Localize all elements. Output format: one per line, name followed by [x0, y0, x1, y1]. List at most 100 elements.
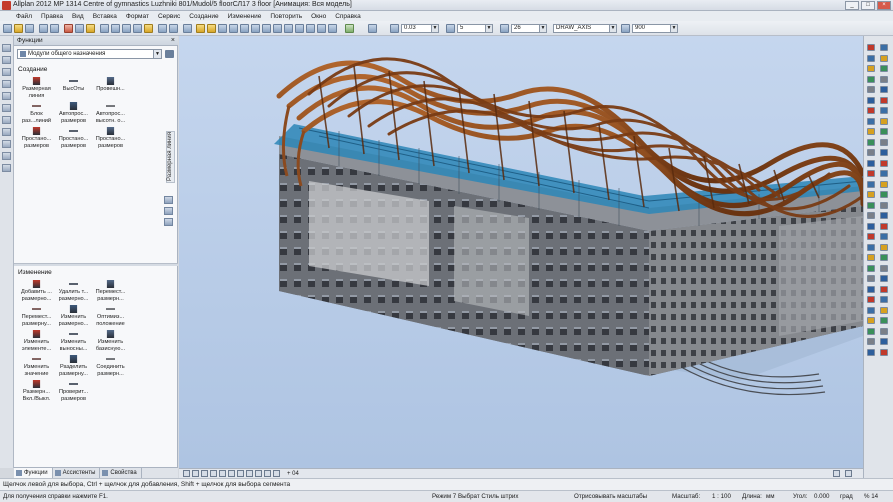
snap-icon[interactable]: [867, 75, 875, 83]
snap-tool-icon[interactable]: [2, 152, 11, 160]
save-icon[interactable]: [25, 24, 34, 33]
help-icon[interactable]: [880, 296, 888, 303]
tree-icon[interactable]: [164, 207, 173, 215]
color-select[interactable]: 26 ▼: [511, 24, 547, 33]
function-item[interactable]: Простано... размеров: [18, 126, 55, 151]
pin-icon[interactable]: [867, 54, 875, 62]
panel-divider[interactable]: [14, 263, 178, 266]
solid-icon[interactable]: [880, 243, 888, 251]
menu-help[interactable]: Справка: [335, 13, 361, 20]
grid-icon[interactable]: [867, 65, 875, 72]
function-item[interactable]: Удалить т... размерно...: [55, 279, 92, 304]
function-item[interactable]: Разделить размерну...: [55, 354, 92, 379]
cut-icon[interactable]: [880, 170, 888, 177]
delete-icon[interactable]: [100, 24, 109, 33]
import-icon[interactable]: [880, 327, 888, 335]
sheet-icon[interactable]: [240, 24, 249, 33]
menu-edit[interactable]: Правка: [41, 13, 63, 20]
plan-icon[interactable]: [196, 24, 205, 33]
light-icon[interactable]: [867, 138, 875, 146]
copy-move-icon[interactable]: [111, 24, 120, 33]
function-item[interactable]: Соединить размерн...: [92, 354, 129, 379]
function-item[interactable]: Провешн...: [92, 76, 129, 101]
column-icon[interactable]: [295, 24, 304, 33]
print-icon[interactable]: [880, 338, 888, 345]
track-icon[interactable]: [880, 96, 888, 104]
list-icon[interactable]: [164, 218, 173, 226]
lock-icon[interactable]: [880, 264, 888, 272]
layer-select[interactable]: DRAW_AXIS ▼: [553, 24, 617, 33]
open-file-icon[interactable]: [14, 24, 23, 33]
line-tool-icon[interactable]: [2, 56, 11, 64]
status-scale-value[interactable]: 1 : 100: [712, 491, 731, 502]
function-item[interactable]: Изменить выносны...: [55, 329, 92, 354]
pin-icon[interactable]: [880, 54, 888, 62]
function-item[interactable]: Перемест... размерну...: [18, 304, 55, 329]
measure-icon[interactable]: [867, 180, 875, 188]
section-icon[interactable]: [328, 24, 337, 33]
function-item[interactable]: Простано... размеров: [55, 126, 92, 151]
menu-create[interactable]: Создание: [189, 13, 218, 20]
layer-icon[interactable]: [880, 107, 888, 114]
line-type-select[interactable]: 5 ▼: [457, 24, 493, 33]
hidden-line-icon[interactable]: [255, 470, 262, 477]
format-icon[interactable]: [144, 24, 153, 33]
line-type-icon[interactable]: [446, 24, 455, 33]
grid-icon[interactable]: [880, 65, 888, 72]
select-tool-icon[interactable]: [2, 44, 11, 52]
globe-icon[interactable]: [345, 24, 354, 33]
tab-properties[interactable]: Свойства: [100, 468, 142, 478]
menu-window[interactable]: Окно: [311, 13, 326, 20]
function-item[interactable]: Размерн... Вкл./Выкл.: [18, 379, 55, 404]
point-icon[interactable]: [880, 191, 888, 198]
dimension-line-vertical-tab[interactable]: Размерная линия: [166, 131, 175, 183]
maximize-button[interactable]: □: [861, 1, 875, 10]
polyline-tool-icon[interactable]: [2, 68, 11, 76]
rotate-icon[interactable]: [133, 24, 142, 33]
print-icon[interactable]: [867, 338, 875, 345]
function-item[interactable]: Изменить элементе...: [18, 329, 55, 354]
status-length-unit[interactable]: мм: [766, 491, 775, 502]
print-preview-icon[interactable]: [50, 24, 59, 33]
function-item[interactable]: Автопрос... высотн. о...: [92, 101, 129, 126]
cut-icon[interactable]: [867, 170, 875, 177]
room-icon[interactable]: [317, 24, 326, 33]
rectangle-tool-icon[interactable]: [2, 128, 11, 136]
group-icon[interactable]: [867, 254, 875, 261]
menu-tools[interactable]: Сервис: [158, 13, 180, 20]
function-item[interactable]: Простано... размеров: [92, 126, 129, 151]
import-icon[interactable]: [867, 327, 875, 335]
group-icon[interactable]: [880, 254, 888, 261]
pin-icon[interactable]: [164, 196, 173, 204]
status-angle-value[interactable]: 0.000: [814, 491, 829, 502]
text-tool-icon[interactable]: [2, 80, 11, 88]
fit-view-icon[interactable]: [246, 470, 253, 477]
function-item[interactable]: Изменить размерно...: [55, 304, 92, 329]
print-icon[interactable]: [39, 24, 48, 33]
module-select[interactable]: Модули общего назначения ▼: [17, 49, 162, 59]
redline-icon[interactable]: [880, 44, 888, 51]
wall-icon[interactable]: [251, 24, 260, 33]
layer-icon[interactable]: [867, 107, 875, 114]
window-tool-icon[interactable]: [262, 24, 271, 33]
arc-icon[interactable]: [867, 212, 875, 219]
track-icon[interactable]: [867, 96, 875, 104]
point-icon[interactable]: [867, 191, 875, 198]
pen-icon[interactable]: [390, 24, 399, 33]
help-icon[interactable]: [867, 296, 875, 303]
export-icon[interactable]: [867, 317, 875, 324]
mirror-icon[interactable]: [122, 24, 131, 33]
view-icon[interactable]: [867, 117, 875, 125]
pick-icon[interactable]: [867, 285, 875, 293]
function-item[interactable]: Перемест... размерн...: [92, 279, 129, 304]
material-icon[interactable]: [880, 149, 888, 156]
help-icon[interactable]: [368, 24, 377, 33]
scale-select[interactable]: 900 ▼: [632, 24, 678, 33]
zoom-in-icon[interactable]: [201, 470, 208, 477]
navigator-icon[interactable]: [229, 24, 238, 33]
measure-tool-icon[interactable]: [2, 140, 11, 148]
filter-icon[interactable]: [880, 275, 888, 282]
menu-view[interactable]: Вид: [72, 13, 84, 20]
config-icon[interactable]: [867, 306, 875, 314]
surface-icon[interactable]: [880, 233, 888, 240]
